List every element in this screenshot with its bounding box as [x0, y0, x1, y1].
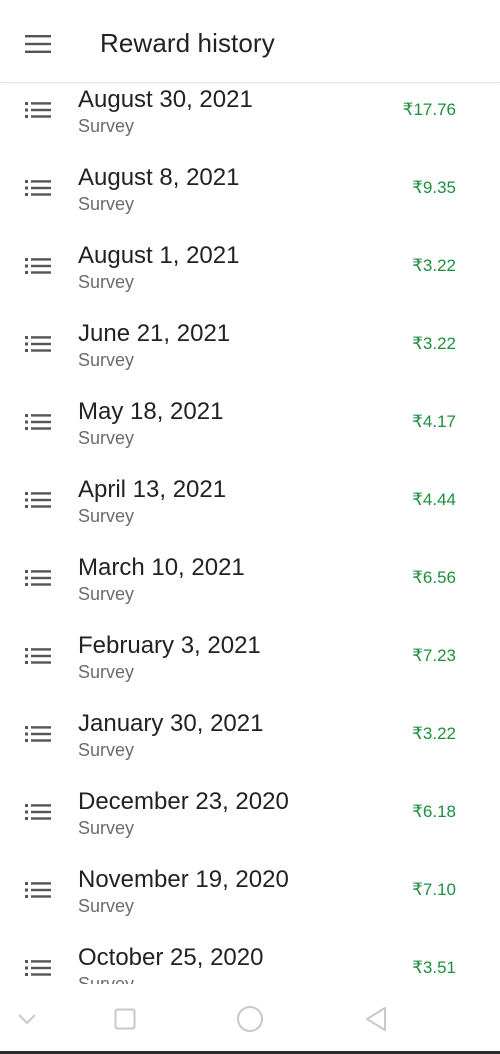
reward-date: November 19, 2020 [78, 866, 289, 893]
list-icon [25, 882, 51, 898]
recents-button[interactable] [107, 1001, 143, 1037]
reward-date: March 10, 2021 [78, 554, 245, 581]
reward-amount: ₹9.35 [412, 178, 456, 197]
reward-type: Survey [78, 662, 135, 682]
home-button[interactable] [232, 1001, 268, 1037]
reward-list[interactable]: August 30, 2021 Survey ₹17.76 August 8, … [0, 72, 500, 984]
reward-date: January 30, 2021 [78, 710, 264, 737]
list-icon [25, 492, 51, 508]
recents-square-icon [114, 1008, 136, 1030]
back-triangle-icon [366, 1007, 386, 1031]
list-icon [25, 570, 51, 586]
reward-type: Survey [78, 584, 135, 604]
reward-amount: ₹3.22 [412, 334, 456, 353]
reward-date: May 18, 2021 [78, 398, 224, 425]
reward-amount: ₹17.76 [402, 100, 456, 119]
menu-button[interactable] [14, 30, 62, 58]
back-button[interactable] [358, 1001, 394, 1037]
hamburger-menu-icon [25, 35, 51, 53]
reward-date: October 25, 2020 [78, 944, 264, 971]
reward-date: August 8, 2021 [78, 164, 240, 191]
page-title: Reward history [100, 28, 275, 58]
reward-date: August 1, 2021 [78, 242, 240, 269]
reward-row[interactable]: November 19, 2020 Survey ₹7.10 [0, 852, 500, 930]
reward-row[interactable]: June 21, 2021 Survey ₹3.22 [0, 306, 500, 384]
reward-type: Survey [78, 974, 135, 984]
collapse-chevron-icon [18, 1014, 36, 1025]
list-icon [25, 648, 51, 664]
list-icon [25, 960, 51, 976]
reward-row[interactable]: August 8, 2021 Survey ₹9.35 [0, 150, 500, 228]
reward-amount: ₹3.51 [412, 958, 456, 977]
reward-date: June 21, 2021 [78, 320, 231, 347]
reward-date: December 23, 2020 [78, 788, 289, 815]
reward-type: Survey [78, 428, 135, 448]
list-icon [25, 804, 51, 820]
system-nav-bar [0, 985, 500, 1051]
list-icon [25, 180, 51, 196]
reward-row[interactable]: January 30, 2021 Survey ₹3.22 [0, 696, 500, 774]
reward-amount: ₹4.17 [412, 412, 456, 431]
list-icon [25, 258, 51, 274]
reward-amount: ₹6.56 [412, 568, 456, 587]
reward-row[interactable]: March 10, 2021 Survey ₹6.56 [0, 540, 500, 618]
reward-date: February 3, 2021 [78, 632, 261, 659]
reward-type: Survey [78, 740, 135, 760]
reward-amount: ₹3.22 [412, 724, 456, 743]
reward-type: Survey [78, 272, 135, 292]
reward-type: Survey [78, 116, 135, 136]
reward-amount: ₹7.10 [412, 880, 456, 899]
reward-amount: ₹7.23 [412, 646, 456, 665]
list-icon [25, 336, 51, 352]
reward-row[interactable]: February 3, 2021 Survey ₹7.23 [0, 618, 500, 696]
reward-amount: ₹3.22 [412, 256, 456, 275]
reward-row[interactable]: December 23, 2020 Survey ₹6.18 [0, 774, 500, 852]
reward-row[interactable]: August 30, 2021 Survey ₹17.76 [0, 72, 500, 150]
home-circle-icon [237, 1006, 263, 1032]
list-icon [25, 414, 51, 430]
reward-row[interactable]: October 25, 2020 Survey ₹3.51 [0, 930, 500, 984]
reward-row[interactable]: August 1, 2021 Survey ₹3.22 [0, 228, 500, 306]
reward-row[interactable]: April 13, 2021 Survey ₹4.44 [0, 462, 500, 540]
reward-amount: ₹6.18 [412, 802, 456, 821]
reward-date: April 13, 2021 [78, 476, 227, 503]
reward-type: Survey [78, 350, 135, 370]
reward-type: Survey [78, 896, 135, 916]
reward-row[interactable]: May 18, 2021 Survey ₹4.17 [0, 384, 500, 462]
reward-type: Survey [78, 506, 135, 526]
reward-type: Survey [78, 818, 135, 838]
app-bar: Reward history [0, 0, 500, 83]
list-icon [25, 726, 51, 742]
reward-type: Survey [78, 194, 135, 214]
collapse-button[interactable] [9, 1001, 45, 1037]
reward-amount: ₹4.44 [412, 490, 456, 509]
list-icon [25, 102, 51, 118]
reward-date: August 30, 2021 [78, 86, 253, 113]
